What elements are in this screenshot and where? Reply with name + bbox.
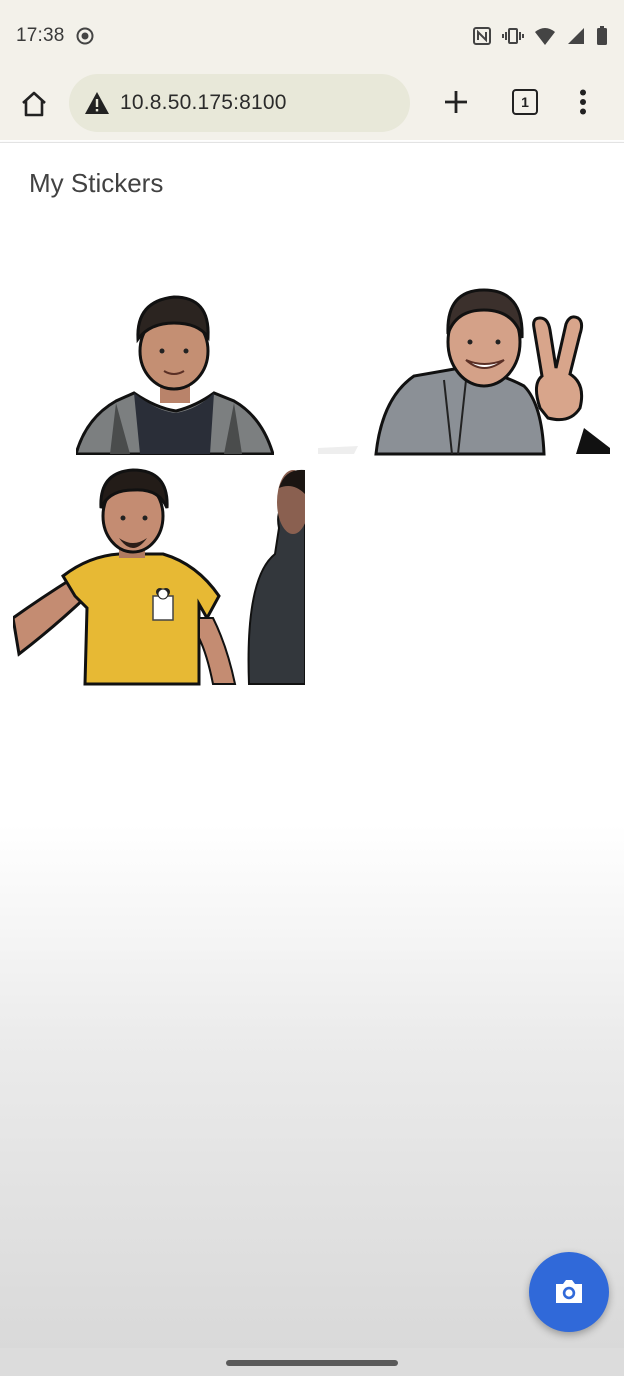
camera-button[interactable]: [529, 1252, 609, 1332]
gesture-nav-bar: [0, 1348, 624, 1376]
sticker-man-peace-sign[interactable]: [318, 288, 611, 456]
browser-toolbar: 10.8.50.175:8100 1: [0, 72, 624, 140]
overflow-menu-icon[interactable]: [572, 86, 594, 118]
warning-icon[interactable]: [84, 91, 110, 115]
status-time: 17:38: [16, 25, 65, 46]
url-bar[interactable]: 10.8.50.175:8100: [69, 74, 410, 132]
sticker-grid: [0, 224, 624, 1348]
home-gesture-handle[interactable]: [226, 1360, 398, 1366]
app-header: My Stickers: [0, 142, 624, 224]
camera-icon: [553, 1278, 585, 1306]
nfc-icon: [472, 26, 492, 46]
wifi-icon: [534, 26, 556, 46]
status-bar: 17:38: [0, 0, 624, 72]
battery-icon: [596, 26, 608, 46]
new-tab-icon[interactable]: [440, 86, 472, 118]
tab-count: 1: [521, 94, 529, 110]
page-title: My Stickers: [29, 168, 164, 198]
vibrate-icon: [502, 26, 524, 46]
sticker-man-dark-jacket[interactable]: [76, 293, 274, 455]
home-icon[interactable]: [16, 86, 52, 122]
sticker-man-yellow-tshirt[interactable]: [13, 468, 305, 686]
url-text[interactable]: 10.8.50.175:8100: [120, 91, 287, 115]
signal-icon: [566, 26, 586, 46]
screen-record-icon: [75, 26, 95, 46]
tab-switcher[interactable]: 1: [512, 89, 538, 115]
